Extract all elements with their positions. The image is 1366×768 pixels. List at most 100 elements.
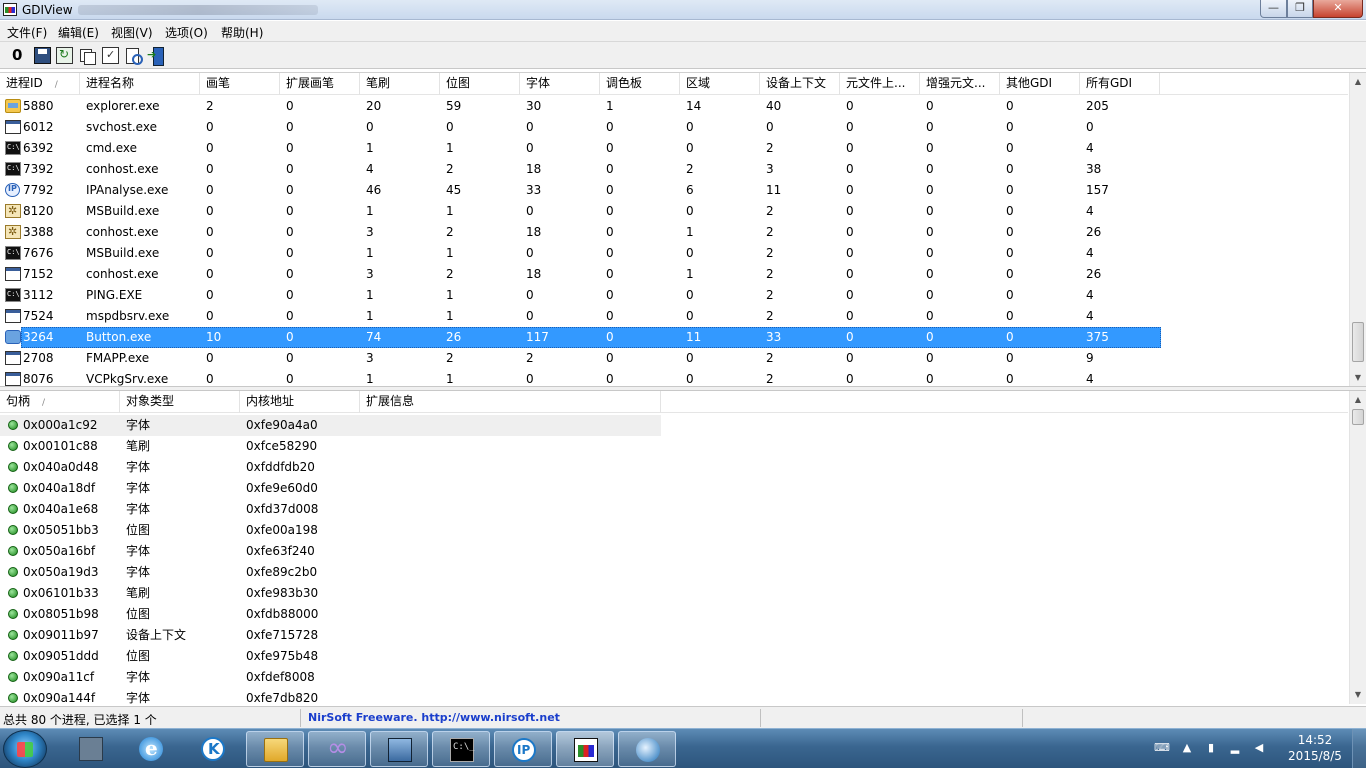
- process-id: 6012: [23, 120, 54, 134]
- taskbar-button[interactable]: [184, 731, 242, 767]
- gdi-count: 0: [1006, 330, 1014, 344]
- taskbar-button[interactable]: [432, 731, 490, 767]
- start-button[interactable]: [3, 730, 47, 768]
- column-header[interactable]: 区域: [680, 73, 760, 95]
- table-row[interactable]: 3388 conhost.exe 0 0 3 2 18 0 1 2 0 0 0 26: [0, 222, 1348, 243]
- column-header[interactable]: 笔刷: [360, 73, 440, 95]
- table-row[interactable]: 5880 explorer.exe 2 0 20 59 30 1 14 40 0 0 0 205: [0, 96, 1348, 117]
- table-row[interactable]: 0x090a144f 字体 0xfe7db820: [0, 688, 1348, 704]
- nirsoft-link[interactable]: NirSoft Freeware. http://www.nirsoft.net: [308, 711, 560, 724]
- table-row[interactable]: 0x00101c88 笔刷 0xfce58290: [0, 436, 1348, 457]
- taskbar-button[interactable]: [556, 731, 614, 767]
- table-row[interactable]: 6392 cmd.exe 0 0 1 1 0 0 0 2 0 0 0 4: [0, 138, 1348, 159]
- menu-help[interactable]: 帮助(H): [221, 24, 263, 41]
- column-header[interactable]: 扩展画笔: [280, 73, 360, 95]
- process-id: 2708: [23, 351, 54, 365]
- taskbar-button[interactable]: [494, 731, 552, 767]
- table-row[interactable]: 7152 conhost.exe 0 0 3 2 18 0 1 2 0 0 0 26: [0, 264, 1348, 285]
- column-header[interactable]: 设备上下文: [760, 73, 840, 95]
- gdi-count: 0: [1006, 372, 1014, 386]
- scroll-up-arrow-icon[interactable]: ▲: [1350, 391, 1366, 408]
- battery-icon[interactable]: ▮: [1204, 741, 1218, 755]
- column-header[interactable]: 所有GDI: [1080, 73, 1160, 95]
- scroll-down-arrow-icon[interactable]: ▼: [1350, 686, 1366, 703]
- exit-icon[interactable]: [147, 47, 164, 66]
- column-header[interactable]: 扩展信息: [360, 391, 661, 413]
- taskbar-button[interactable]: [122, 731, 180, 767]
- table-row[interactable]: 6012 svchost.exe 0 0 0 0 0 0 0 0 0 0 0 0: [0, 117, 1348, 138]
- table-row[interactable]: 0x040a18df 字体 0xfe9e60d0: [0, 478, 1348, 499]
- taskbar-button[interactable]: [246, 731, 304, 767]
- taskbar-button[interactable]: [618, 731, 676, 767]
- table-row[interactable]: 0x090a11cf 字体 0xfdef8008: [0, 667, 1348, 688]
- table-row[interactable]: 7676 MSBuild.exe 0 0 1 1 0 0 0 2 0 0 0 4: [0, 243, 1348, 264]
- close-button[interactable]: ✕: [1313, 0, 1363, 18]
- maximize-button[interactable]: ❐: [1287, 0, 1313, 18]
- table-row[interactable]: 0x040a0d48 字体 0xfddfdb20: [0, 457, 1348, 478]
- table-row[interactable]: 7524 mspdbsrv.exe 0 0 1 1 0 0 0 2 0 0 0 4: [0, 306, 1348, 327]
- process-list[interactable]: 进程ID / 进程名称 画笔 扩展画笔 笔刷 位图 字体 调色板 区域 设备上下文 元文件上... 增强…: [0, 72, 1366, 387]
- taskbar-button[interactable]: [308, 731, 366, 767]
- table-row[interactable]: 0x05051bb3 位图 0xfe00a198: [0, 520, 1348, 541]
- column-header[interactable]: 画笔: [200, 73, 280, 95]
- handle-value: 0x040a0d48: [23, 460, 99, 474]
- table-row[interactable]: 0x040a1e68 字体 0xfd37d008: [0, 499, 1348, 520]
- show-hidden-icon[interactable]: ▲: [1180, 741, 1194, 755]
- column-header[interactable]: 进程ID /: [0, 73, 80, 95]
- column-header[interactable]: 字体: [520, 73, 600, 95]
- show-desktop-button[interactable]: [1352, 729, 1366, 768]
- table-row[interactable]: 0x050a16bf 字体 0xfe63f240: [0, 541, 1348, 562]
- scroll-up-arrow-icon[interactable]: ▲: [1350, 73, 1366, 90]
- scroll-down-arrow-icon[interactable]: ▼: [1350, 369, 1366, 386]
- column-header[interactable]: 位图: [440, 73, 520, 95]
- table-row[interactable]: 0x050a19d3 字体 0xfe89c2b0: [0, 562, 1348, 583]
- table-row[interactable]: 0x06101b33 笔刷 0xfe983b30: [0, 583, 1348, 604]
- handle-list-scrollbar[interactable]: ▲ ▼: [1349, 391, 1366, 704]
- minimize-button[interactable]: —: [1260, 0, 1287, 18]
- handle-list[interactable]: 句柄 / 对象类型 内核地址 扩展信息 0x000a1c92 字体 0xfe90a4a0 0x…: [0, 391, 1366, 704]
- column-header[interactable]: 调色板: [600, 73, 680, 95]
- table-row[interactable]: 3264 Button.exe 10 0 74 26 117 0 11 33 0 0 0 375: [0, 327, 1348, 348]
- table-row[interactable]: 2708 FMAPP.exe 0 0 3 2 2 0 0 2 0 0 0 9: [0, 348, 1348, 369]
- table-row[interactable]: 8120 MSBuild.exe 0 0 1 1 0 0 0 2 0 0 0 4: [0, 201, 1348, 222]
- menu-edit[interactable]: 编辑(E): [58, 24, 99, 41]
- column-header[interactable]: 增强元文...: [920, 73, 1000, 95]
- taskbar-button[interactable]: [62, 731, 120, 767]
- copy-icon[interactable]: [79, 47, 96, 65]
- menu-file[interactable]: 文件(F): [7, 24, 47, 41]
- process-list-scrollbar[interactable]: ▲ ▼: [1349, 73, 1366, 387]
- table-row[interactable]: 0x09011b97 设备上下文 0xfe715728: [0, 625, 1348, 646]
- keyboard-icon[interactable]: ⌨: [1154, 741, 1170, 755]
- table-row[interactable]: 0x000a1c92 字体 0xfe90a4a0: [0, 415, 1348, 436]
- table-row[interactable]: 7792 IPAnalyse.exe 0 0 46 45 33 0 6 11 0 0 0 157: [0, 180, 1348, 201]
- gdi-count: 1: [446, 372, 454, 386]
- save-icon[interactable]: [34, 47, 51, 64]
- table-row[interactable]: 8076 VCPkgSrv.exe 0 0 1 1 0 0 0 2 0 0 0 4: [0, 369, 1348, 386]
- column-header[interactable]: 元文件上...: [840, 73, 920, 95]
- clock[interactable]: 14:52 2015/8/5: [1285, 732, 1345, 764]
- gdi-count: 0: [606, 351, 614, 365]
- signal-icon[interactable]: ▂: [1228, 741, 1242, 755]
- table-row[interactable]: 0x09051ddd 位图 0xfe975b48: [0, 646, 1348, 667]
- column-header[interactable]: 句柄 /: [0, 391, 120, 413]
- table-row[interactable]: 7392 conhost.exe 0 0 4 2 18 0 2 3 0 0 0 38: [0, 159, 1348, 180]
- column-header[interactable]: 进程名称: [80, 73, 200, 95]
- refresh-icon[interactable]: [56, 47, 73, 64]
- table-row[interactable]: 3112 PING.EXE 0 0 1 1 0 0 0 2 0 0 0 4: [0, 285, 1348, 306]
- scroll-thumb[interactable]: [1352, 322, 1364, 362]
- column-header-label: 内核地址: [246, 394, 295, 408]
- column-header[interactable]: 内核地址: [240, 391, 360, 413]
- scroll-thumb[interactable]: [1352, 409, 1364, 425]
- properties-icon[interactable]: [102, 47, 119, 64]
- menu-view[interactable]: 视图(V): [111, 24, 153, 41]
- table-row[interactable]: 0x08051b98 位图 0xfdb88000: [0, 604, 1348, 625]
- zero-button[interactable]: 0: [12, 46, 29, 64]
- menu-options[interactable]: 选项(O): [165, 24, 208, 41]
- column-header[interactable]: 对象类型: [120, 391, 240, 413]
- find-icon[interactable]: [125, 47, 143, 65]
- volume-icon[interactable]: ◀: [1252, 741, 1266, 755]
- column-header[interactable]: 其他GDI: [1000, 73, 1080, 95]
- kernel-address: 0xfe90a4a0: [246, 418, 318, 432]
- gdiview-app-icon: [3, 3, 17, 16]
- taskbar-button[interactable]: [370, 731, 428, 767]
